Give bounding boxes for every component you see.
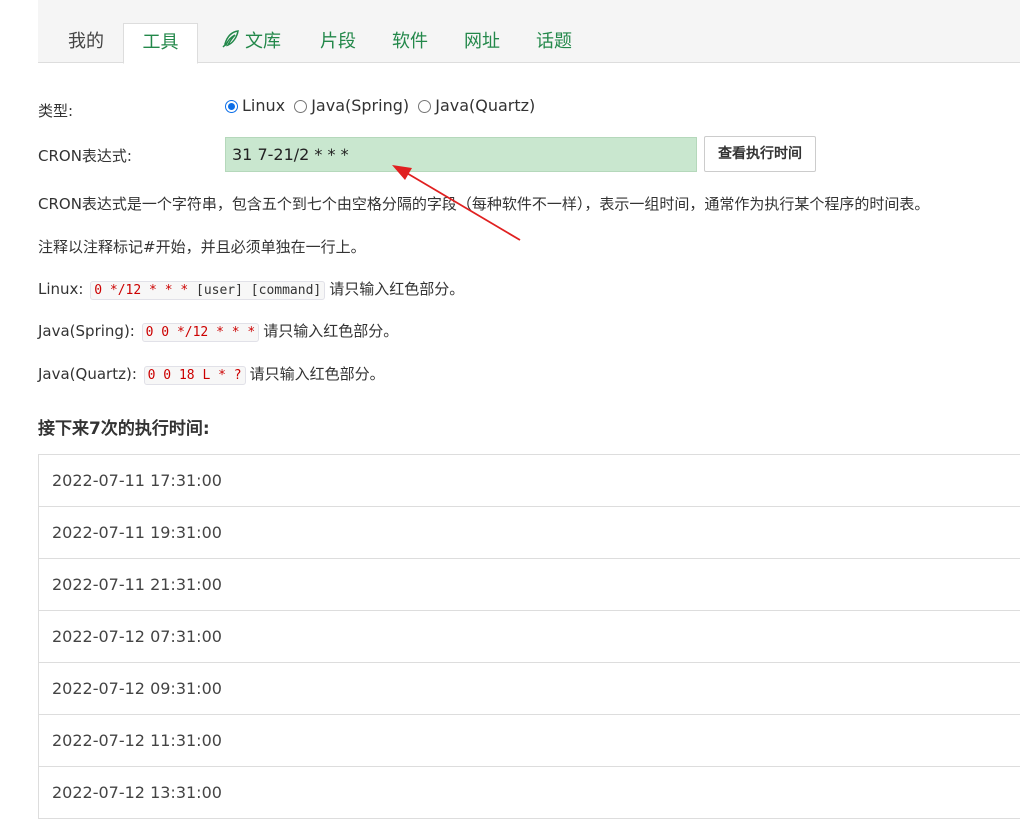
- cron-expression-input[interactable]: [225, 137, 697, 172]
- execution-time-row: 2022-07-12 09:31:00: [39, 663, 1020, 715]
- execution-time-row: 2022-07-11 17:31:00: [39, 455, 1020, 507]
- tab-snippets[interactable]: 片段: [310, 23, 366, 62]
- example-spring-prefix: Java(Spring):: [38, 322, 135, 340]
- radio-dot: [294, 100, 308, 113]
- tab-topics[interactable]: 话题: [526, 23, 582, 62]
- radio-java-quartz[interactable]: Java(Quartz): [418, 96, 535, 115]
- example-linux-suffix: 请只输入红色部分。: [329, 280, 465, 298]
- example-quartz-code: 0 0 18 L * ?: [143, 366, 246, 385]
- tab-links[interactable]: 网址: [454, 23, 510, 62]
- view-execution-times-button[interactable]: 查看执行时间: [704, 136, 816, 172]
- tab-mine[interactable]: 我的: [58, 23, 114, 62]
- radio-dot: [418, 100, 432, 113]
- type-label: 类型:: [38, 102, 74, 120]
- example-linux-code: 0 */12 * * * [user] [command]: [90, 281, 326, 300]
- radio-java-spring[interactable]: Java(Spring): [294, 96, 409, 115]
- radio-java-quartz-label: Java(Quartz): [435, 96, 536, 115]
- cron-description: CRON表达式是一个字符串，包含五个到七个由空格分隔的字段（每种软件不一样），表…: [38, 195, 930, 213]
- execution-time-row: 2022-07-12 11:31:00: [39, 715, 1020, 767]
- radio-linux[interactable]: Linux: [225, 96, 285, 115]
- example-linux: Linux: 0 */12 * * * [user] [command] 请只输入…: [38, 278, 465, 300]
- tab-software[interactable]: 软件: [382, 23, 438, 62]
- example-quartz-red: 0 0 18 L * ?: [147, 368, 242, 383]
- quill-icon: [221, 25, 241, 63]
- next-executions-title: 接下来7次的执行时间:: [38, 419, 210, 439]
- type-radio-group: Linux Java(Spring) Java(Quartz): [225, 96, 539, 115]
- example-quartz-suffix: 请只输入红色部分。: [249, 365, 385, 383]
- execution-time-row: 2022-07-12 07:31:00: [39, 611, 1020, 663]
- example-spring-code: 0 0 */12 * * *: [141, 323, 260, 342]
- example-spring-red: 0 0 */12 * * *: [145, 325, 256, 340]
- radio-dot: [225, 100, 238, 113]
- tab-tools[interactable]: 工具: [123, 23, 198, 64]
- tab-library[interactable]: 文库: [212, 23, 290, 62]
- example-java-spring: Java(Spring): 0 0 */12 * * * 请只输入红色部分。: [38, 320, 399, 342]
- cron-label: CRON表达式:: [38, 147, 132, 165]
- execution-time-row: 2022-07-11 19:31:00: [39, 507, 1020, 559]
- example-java-quartz: Java(Quartz): 0 0 18 L * ? 请只输入红色部分。: [38, 363, 385, 385]
- execution-time-row: 2022-07-11 21:31:00: [39, 559, 1020, 611]
- tab-library-label: 文库: [245, 31, 281, 52]
- example-linux-prefix: Linux:: [38, 280, 84, 298]
- comment-note: 注释以注释标记#开始，并且必须单独在一行上。: [38, 238, 366, 256]
- example-quartz-prefix: Java(Quartz):: [38, 365, 137, 383]
- example-linux-rest: [user] [command]: [188, 283, 322, 298]
- execution-times-list: 2022-07-11 17:31:00 2022-07-11 19:31:00 …: [38, 454, 1020, 819]
- execution-time-row: 2022-07-12 13:31:00: [39, 767, 1020, 819]
- radio-java-spring-label: Java(Spring): [311, 96, 410, 115]
- example-spring-suffix: 请只输入红色部分。: [263, 322, 399, 340]
- example-linux-red: 0 */12 * * *: [94, 283, 189, 298]
- radio-linux-label: Linux: [242, 96, 286, 115]
